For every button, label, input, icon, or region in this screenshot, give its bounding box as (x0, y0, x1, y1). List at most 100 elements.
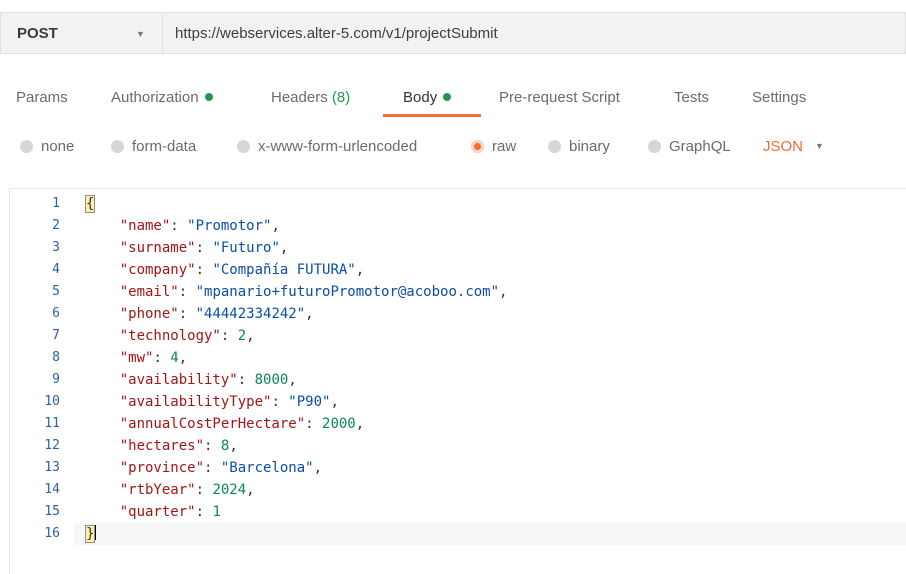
json-key: "rtbYear" (119, 482, 196, 498)
json-key: "surname" (119, 240, 196, 256)
line-number: 16 (44, 526, 60, 541)
json-key: "availabilityType" (119, 394, 272, 410)
option-raw[interactable]: raw (471, 132, 516, 160)
format-select[interactable]: JSON ▼ (763, 132, 824, 160)
code-line: "name": "Promotor", (86, 215, 280, 237)
json-colon: : (178, 306, 196, 322)
json-key: "email" (119, 284, 179, 300)
tab-settings[interactable]: Settings (752, 84, 806, 114)
tab-label: Pre-request Script (499, 89, 620, 106)
option-label: GraphQL (669, 137, 731, 155)
line-number-gutter: 1 2 3 4 5 6 7 8 9 10 11 12 13 14 15 16 (10, 189, 74, 574)
radio-icon[interactable] (20, 139, 33, 153)
option-label: raw (492, 137, 517, 155)
json-value: 2024 (212, 482, 247, 498)
option-binary[interactable]: binary (548, 132, 610, 160)
json-colon: : (271, 394, 289, 410)
json-comma: , (271, 218, 280, 234)
tab-body[interactable]: Body (403, 84, 452, 114)
json-value: 4 (170, 350, 179, 366)
json-key: "availability" (119, 372, 238, 388)
code-line: "availability": 8000, (86, 369, 297, 391)
line-number: 4 (52, 262, 60, 277)
json-colon: : (195, 240, 213, 256)
tab-label: Body (403, 89, 438, 106)
code-editor[interactable]: 1 2 3 4 5 6 7 8 9 10 11 12 13 14 15 16 { "name": "Promo… (9, 188, 906, 574)
code-line: "rtbYear": 2024, (86, 479, 255, 501)
json-colon: : (204, 460, 221, 476)
json-key: "company" (119, 262, 196, 278)
radio-selected-icon[interactable] (471, 139, 484, 153)
active-tab-indicator (383, 114, 481, 117)
option-x-www-form-urlencoded[interactable]: x-www-form-urlencoded (237, 132, 417, 160)
tab-pre-request-script[interactable]: Pre-request Script (499, 84, 620, 114)
json-colon: : (195, 482, 213, 498)
line-number: 5 (52, 284, 60, 299)
line-number: 12 (44, 438, 60, 453)
option-label: form-data (132, 137, 197, 155)
line-number: 8 (52, 350, 60, 365)
line-number: 14 (44, 482, 60, 497)
method-select[interactable]: POST ▼ (0, 12, 162, 54)
close-brace: } (84, 525, 96, 543)
json-colon: : (220, 328, 238, 344)
option-label: none (41, 137, 75, 155)
json-key: "name" (119, 218, 171, 234)
code-line: "phone": "44442334242", (86, 303, 314, 325)
line-number: 15 (44, 504, 60, 519)
tab-params[interactable]: Params (16, 84, 68, 114)
tab-authorization[interactable]: Authorization (111, 84, 213, 114)
code-line: "email": "mpanario+futuroPromotor@acoboo… (86, 281, 508, 303)
method-label: POST (17, 24, 58, 42)
json-key: "province" (119, 460, 205, 476)
code-line: "availabilityType": "P90", (86, 391, 339, 413)
tab-label: Authorization (111, 89, 199, 106)
radio-icon[interactable] (648, 139, 661, 153)
json-value: "Futuro" (212, 240, 280, 256)
chevron-down-icon[interactable]: ▼ (136, 29, 145, 39)
line-number: 6 (52, 306, 60, 321)
code-line: "technology": 2, (86, 325, 255, 347)
json-value: 1 (212, 504, 221, 520)
radio-icon[interactable] (111, 139, 124, 153)
code-line: "province": "Barcelona", (86, 457, 322, 479)
code-line: "hectares": 8, (86, 435, 238, 457)
json-key: "phone" (119, 306, 179, 322)
json-value: "Compañía FUTURA" (212, 262, 356, 278)
option-label: binary (569, 137, 610, 155)
radio-icon[interactable] (237, 139, 250, 153)
radio-icon[interactable] (548, 139, 561, 153)
code-line: "company": "Compañía FUTURA", (86, 259, 364, 281)
current-line-highlight (74, 523, 906, 545)
code-line: { (84, 193, 96, 215)
tab-headers[interactable]: Headers (8) (271, 84, 350, 114)
json-value: 2 (237, 328, 247, 344)
code-line: "annualCostPerHectare": 2000, (86, 413, 364, 435)
json-comma: , (313, 460, 323, 476)
json-colon: : (170, 218, 188, 234)
json-colon: : (195, 504, 213, 520)
code-line: } (84, 523, 97, 545)
line-number: 10 (44, 394, 60, 409)
option-none[interactable]: none (20, 132, 74, 160)
line-number: 11 (44, 416, 60, 431)
tab-label: Tests (674, 89, 710, 106)
chevron-down-icon[interactable]: ▼ (815, 141, 824, 151)
json-comma: , (288, 372, 297, 388)
headers-count-badge: (8) (331, 89, 351, 106)
json-colon: : (237, 372, 255, 388)
json-comma: , (246, 482, 255, 498)
request-tabs: Params Authorization Headers (8) Body Pr… (0, 84, 906, 118)
json-comma: , (246, 328, 255, 344)
json-key: "quarter" (119, 504, 196, 520)
option-form-data[interactable]: form-data (111, 132, 196, 160)
url-input[interactable]: https://webservices.alter-5.com/v1/proje… (162, 12, 906, 54)
line-number: 7 (52, 328, 60, 343)
json-value: "44442334242" (195, 306, 306, 322)
line-number: 2 (52, 218, 60, 233)
json-key: "annualCostPerHectare" (119, 416, 306, 432)
option-graphql[interactable]: GraphQL (648, 132, 731, 160)
json-comma: , (355, 262, 365, 278)
tab-tests[interactable]: Tests (674, 84, 709, 114)
text-cursor (95, 525, 97, 540)
